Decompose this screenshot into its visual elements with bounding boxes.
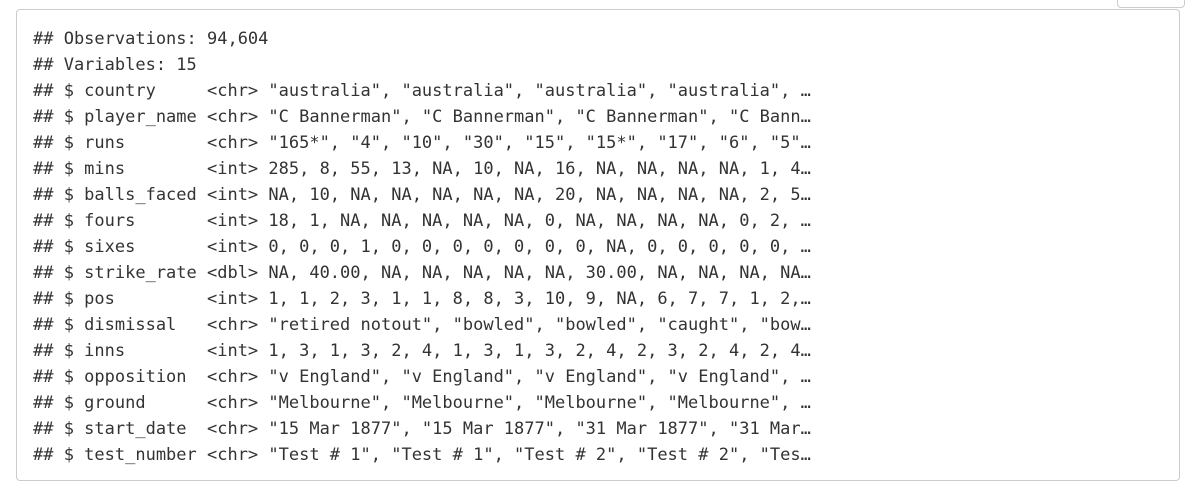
output-line-sixes: ## $ sixes <int> 0, 0, 0, 1, 0, 0, 0, 0,… [33, 237, 811, 257]
console-output: ## Observations: 94,604 ## Variables: 15 #… [33, 26, 811, 468]
output-line-inns: ## $ inns <int> 1, 3, 1, 3, 2, 4, 1, 3, … [33, 341, 811, 361]
output-line-dismissal: ## $ dismissal <chr> "retired notout", "… [33, 315, 811, 335]
output-line-strike-rate: ## $ strike_rate <dbl> NA, 40.00, NA, NA… [33, 263, 811, 283]
output-line-runs: ## $ runs <chr> "165*", "4", "10", "30",… [33, 133, 811, 153]
output-line-opposition: ## $ opposition <chr> "v England", "v En… [33, 367, 811, 387]
collapsed-panel-tab[interactable] [1117, 0, 1185, 8]
output-line-observations: ## Observations: 94,604 [33, 29, 269, 49]
output-line-fours: ## $ fours <int> 18, 1, NA, NA, NA, NA, … [33, 211, 811, 231]
code-output-panel: ## Observations: 94,604 ## Variables: 15 #… [16, 9, 1180, 481]
output-line-test-number: ## $ test_number <chr> "Test # 1", "Test… [33, 445, 811, 465]
output-line-pos: ## $ pos <int> 1, 1, 2, 3, 1, 1, 8, 8, 3… [33, 289, 811, 309]
output-line-player-name: ## $ player_name <chr> "C Bannerman", "C… [33, 107, 811, 127]
output-line-ground: ## $ ground <chr> "Melbourne", "Melbourn… [33, 393, 811, 413]
output-line-start-date: ## $ start_date <chr> "15 Mar 1877", "15… [33, 419, 811, 439]
output-line-variables: ## Variables: 15 [33, 55, 197, 75]
output-line-mins: ## $ mins <int> 285, 8, 55, 13, NA, 10, … [33, 159, 811, 179]
output-line-balls-faced: ## $ balls_faced <int> NA, 10, NA, NA, N… [33, 185, 811, 205]
output-line-country: ## $ country <chr> "australia", "austral… [33, 81, 811, 101]
